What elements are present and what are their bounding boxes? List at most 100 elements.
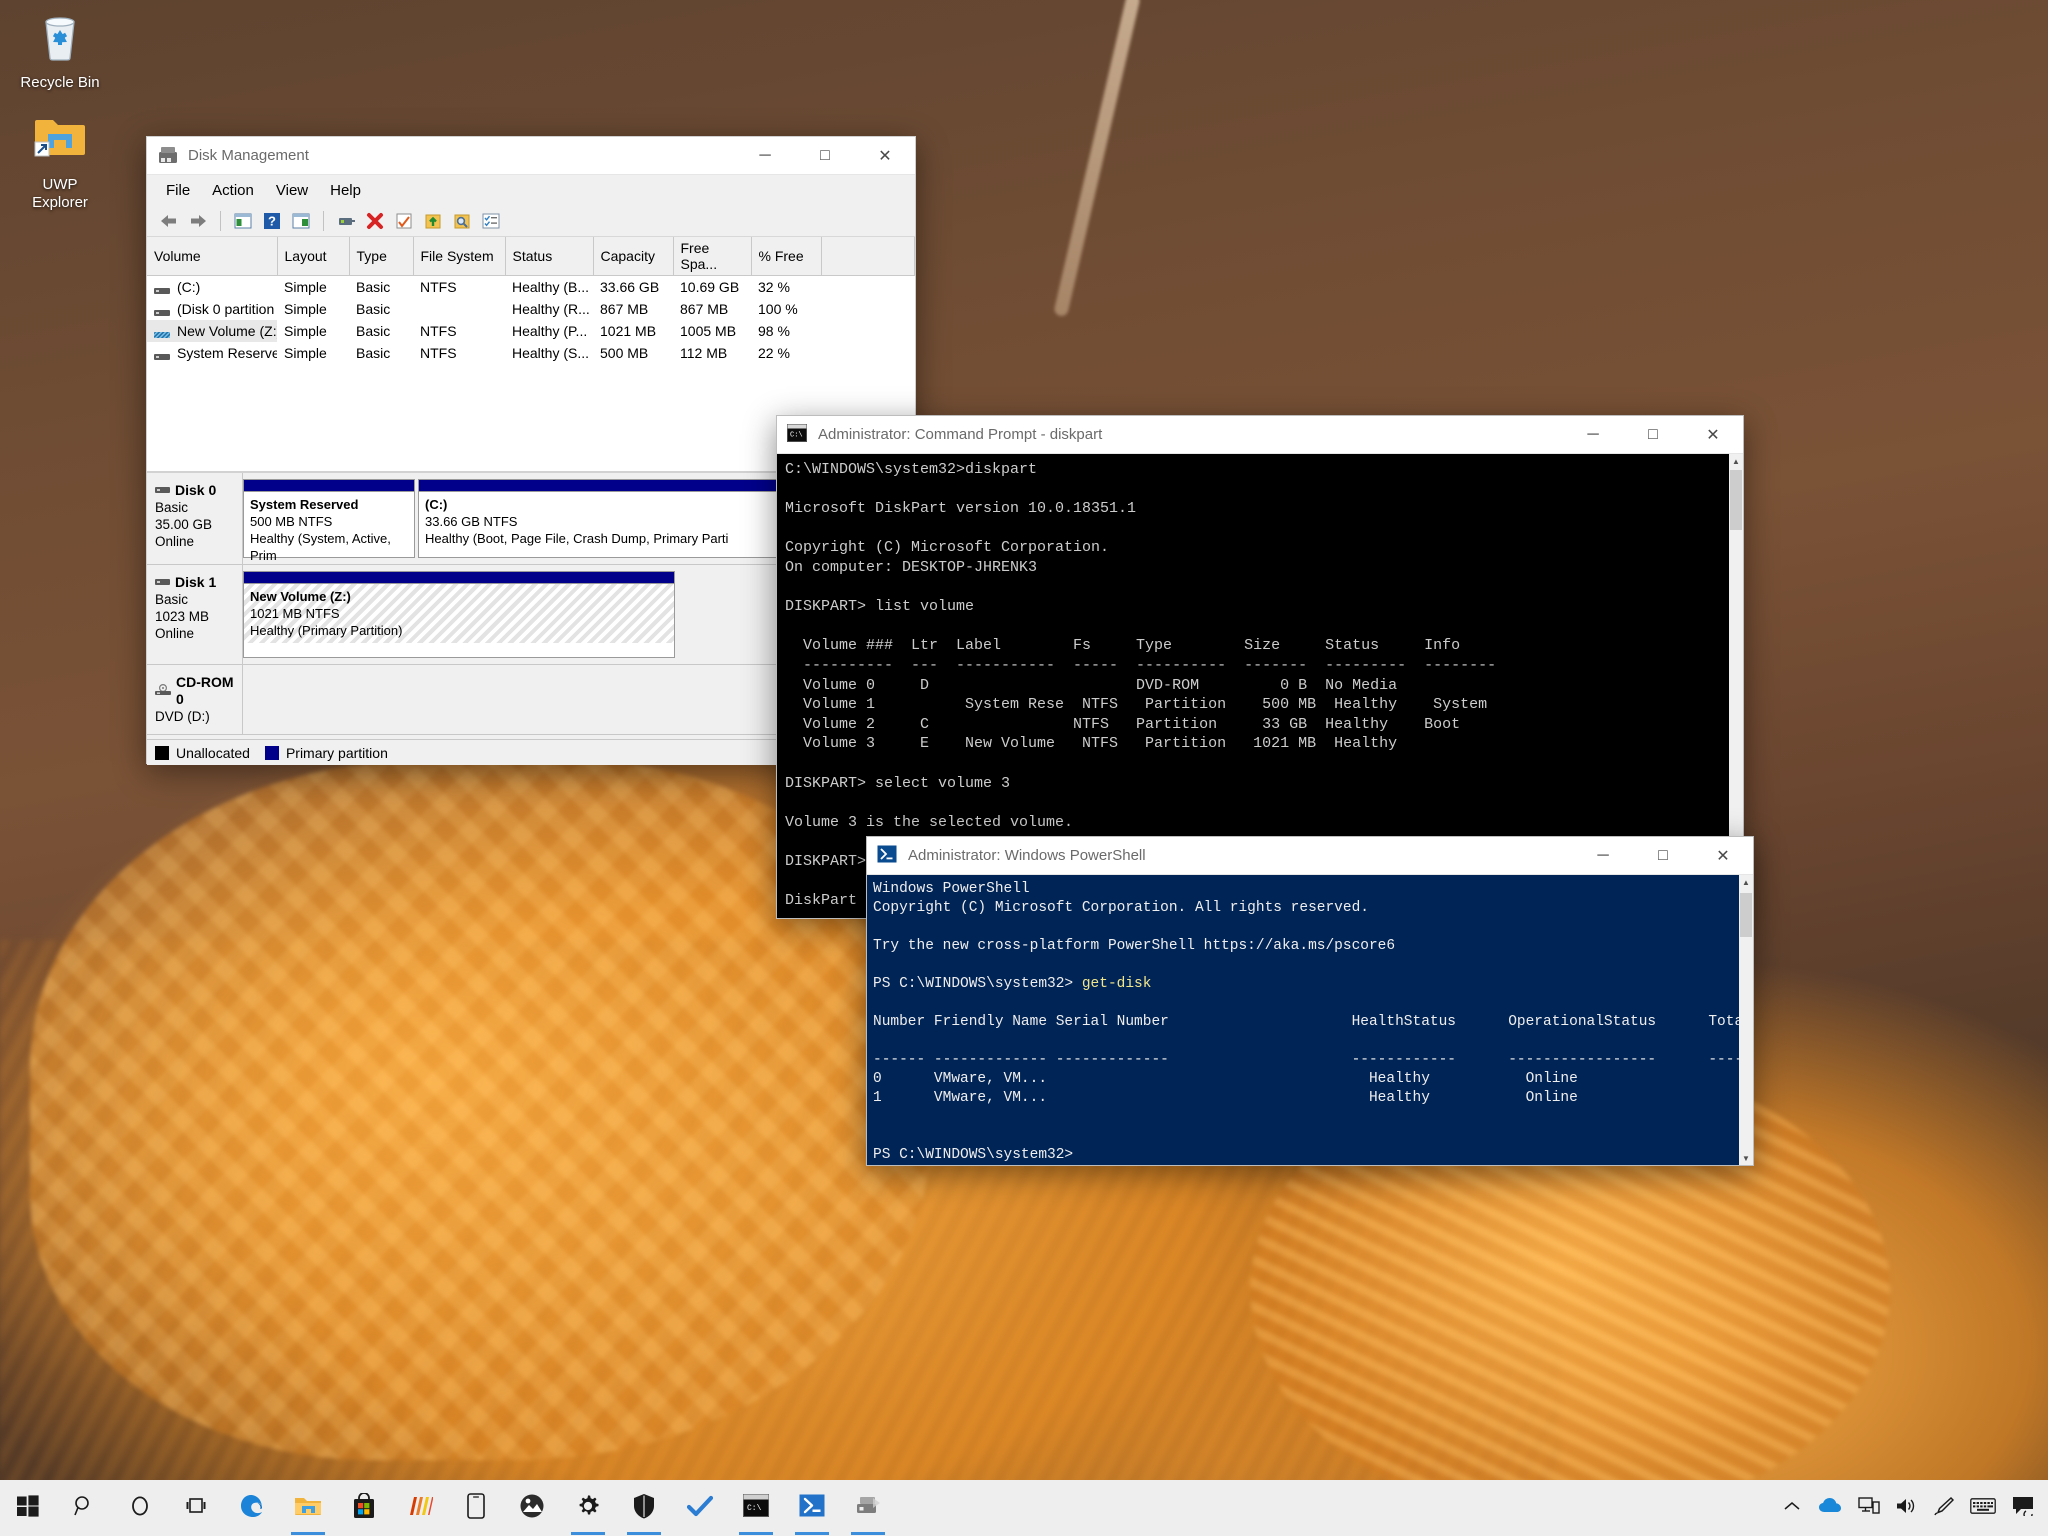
task-view-button[interactable] [168, 1480, 224, 1536]
minimize-button[interactable]: ─ [735, 137, 795, 175]
console-line: ---------- --- ----------- ----- -------… [785, 656, 1729, 676]
menu-action[interactable]: Action [201, 179, 265, 202]
close-button[interactable]: ✕ [855, 137, 915, 175]
partition-new-volume-z[interactable]: New Volume (Z:) 1021 MB NTFS Healthy (Pr… [243, 571, 675, 658]
table-row[interactable]: (Disk 0 partition 3) Simple Basic Health… [147, 298, 915, 320]
search-button[interactable] [56, 1480, 112, 1536]
column-header-free-space[interactable]: Free Spa... [673, 237, 751, 276]
minimize-button[interactable]: ─ [1573, 837, 1633, 875]
options-icon[interactable] [478, 209, 504, 233]
disk-management-window-controls[interactable]: ─ □ ✕ [735, 137, 915, 175]
powershell-titlebar[interactable]: Administrator: Windows PowerShell ─ □ ✕ [867, 837, 1753, 875]
scroll-up-arrow[interactable]: ▲ [1739, 875, 1753, 889]
maximize-button[interactable]: □ [1623, 416, 1683, 454]
column-header-layout[interactable]: Layout [277, 237, 349, 276]
back-arrow-icon[interactable] [156, 209, 182, 233]
taskbar-microsoft-store[interactable] [336, 1480, 392, 1536]
command-prompt-window-controls[interactable]: ─ □ ✕ [1563, 416, 1743, 454]
taskbar-disk-management[interactable] [840, 1480, 896, 1536]
rescan-disks-icon[interactable] [420, 209, 446, 233]
taskbar-edge[interactable] [224, 1480, 280, 1536]
taskbar-command-prompt[interactable]: C:\ [728, 1480, 784, 1536]
start-button[interactable] [0, 1480, 56, 1536]
minimize-button[interactable]: ─ [1563, 416, 1623, 454]
table-row[interactable]: (C:) Simple Basic NTFS Healthy (B... 33.… [147, 276, 915, 298]
taskbar-windows-security[interactable] [616, 1480, 672, 1536]
taskbar-file-explorer[interactable] [280, 1480, 336, 1536]
powershell-window-controls[interactable]: ─ □ ✕ [1573, 837, 1753, 875]
help-icon[interactable]: ? [259, 209, 285, 233]
disk-header-cdrom[interactable]: CD-ROM 0 DVD (D:) [147, 665, 243, 734]
console-line: Volume 3 E New Volume NTFS Partition 102… [785, 734, 1729, 754]
scroll-up-arrow[interactable]: ▲ [1729, 454, 1743, 468]
taskbar-powershell[interactable] [784, 1480, 840, 1536]
powershell-output[interactable]: Windows PowerShellCopyright (C) Microsof… [867, 875, 1739, 1165]
column-header-status[interactable]: Status [505, 237, 593, 276]
cell-percent-free: 100 % [751, 298, 821, 320]
taskbar-photos[interactable] [504, 1480, 560, 1536]
cell-type: Basic [349, 298, 413, 320]
taskbar[interactable]: C:\ [0, 1480, 2048, 1536]
onedrive-tray-icon[interactable] [1810, 1480, 1850, 1536]
partition-system-reserved[interactable]: System Reserved 500 MB NTFS Healthy (Sys… [243, 479, 415, 558]
disk-header-0[interactable]: Disk 0 Basic 35.00 GB Online [147, 473, 243, 564]
properties-icon[interactable] [333, 209, 359, 233]
system-tray[interactable] [1774, 1480, 2048, 1536]
taskbar-settings[interactable] [560, 1480, 616, 1536]
scrollbar-thumb[interactable] [1740, 893, 1752, 937]
cell-percent-free: 98 % [751, 320, 821, 342]
table-row[interactable]: System Reserved Simple Basic NTFS Health… [147, 342, 915, 364]
delete-icon[interactable] [362, 209, 388, 233]
maximize-button[interactable]: □ [795, 137, 855, 175]
menu-help[interactable]: Help [319, 179, 372, 202]
command-prompt-icon: C:\ [743, 1494, 769, 1522]
disk-management-toolbar[interactable]: ? [147, 205, 915, 237]
console-line: DISKPART> select volume 3 [785, 774, 1729, 794]
cell-free-space: 112 MB [673, 342, 751, 364]
cell-free-space: 10.69 GB [673, 276, 751, 298]
taskbar-todo[interactable] [672, 1480, 728, 1536]
console-line [785, 480, 1729, 500]
touch-keyboard-button[interactable] [1962, 1480, 2004, 1536]
prompt-text: PS C:\WINDOWS\system32> [873, 976, 1082, 992]
pen-tray-icon[interactable] [1926, 1480, 1962, 1536]
taskbar-office[interactable] [392, 1480, 448, 1536]
cortana-button[interactable] [112, 1480, 168, 1536]
volume-tray-icon[interactable] [1888, 1480, 1926, 1536]
powershell-scrollbar[interactable]: ▲ ▼ [1739, 875, 1753, 1165]
show-hidden-icons-button[interactable] [1774, 1480, 1810, 1536]
forward-arrow-icon[interactable] [185, 209, 211, 233]
column-header-type[interactable]: Type [349, 237, 413, 276]
console-line: Volume 1 System Rese NTFS Partition 500 … [785, 695, 1729, 715]
disk-management-titlebar[interactable]: Disk Management ─ □ ✕ [147, 137, 915, 175]
photos-icon [519, 1493, 545, 1524]
scroll-down-arrow[interactable]: ▼ [1739, 1151, 1753, 1165]
column-header-capacity[interactable]: Capacity [593, 237, 673, 276]
show-hide-console-tree-icon[interactable] [230, 209, 256, 233]
taskbar-your-phone[interactable] [448, 1480, 504, 1536]
table-row[interactable]: New Volume (Z:) Simple Basic NTFS Health… [147, 320, 915, 342]
action-center-button[interactable] [2004, 1480, 2042, 1536]
network-tray-icon[interactable] [1850, 1480, 1888, 1536]
desktop-icon-recycle-bin[interactable]: Recycle Bin [8, 10, 112, 92]
powershell-window[interactable]: Administrator: Windows PowerShell ─ □ ✕ … [866, 836, 1754, 1166]
maximize-button[interactable]: □ [1633, 837, 1693, 875]
disk-state: Online [155, 625, 234, 642]
menu-view[interactable]: View [265, 179, 319, 202]
partition-c-drive[interactable]: (C:) 33.66 GB NTFS Healthy (Boot, Page F… [418, 479, 786, 558]
show-hide-action-pane-icon[interactable] [288, 209, 314, 233]
scrollbar-thumb[interactable] [1730, 470, 1742, 530]
search-icon[interactable] [449, 209, 475, 233]
command-prompt-titlebar[interactable]: C:\ Administrator: Command Prompt - disk… [777, 416, 1743, 454]
close-button[interactable]: ✕ [1693, 837, 1753, 875]
desktop-icon-uwp-explorer[interactable]: UWP Explorer [8, 112, 112, 212]
column-header-file-system[interactable]: File System [413, 237, 505, 276]
cell-file-system [413, 298, 505, 320]
disk-management-menubar[interactable]: File Action View Help [147, 175, 915, 205]
column-header-volume[interactable]: Volume [147, 237, 277, 276]
close-button[interactable]: ✕ [1683, 416, 1743, 454]
disk-header-1[interactable]: Disk 1 Basic 1023 MB Online [147, 565, 243, 664]
refresh-icon[interactable] [391, 209, 417, 233]
column-header-percent-free[interactable]: % Free [751, 237, 821, 276]
menu-file[interactable]: File [155, 179, 201, 202]
